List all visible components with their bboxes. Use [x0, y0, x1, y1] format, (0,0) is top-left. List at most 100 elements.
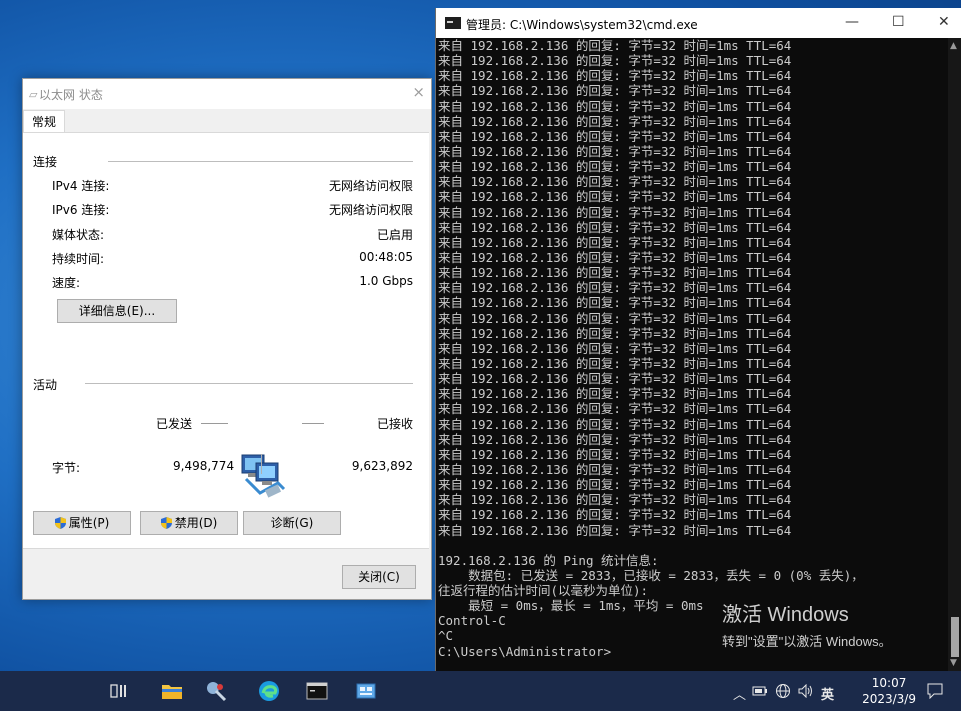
console-line: 数据包: 已发送 = 2833，已接收 = 2833，丢失 = 0 (0% 丢失… — [438, 567, 864, 583]
watermark-title: 激活 Windows — [722, 604, 849, 626]
console-reply-line: 来自 192.168.2.136 的回复: 字节=32 时间=1ms TTL=6… — [438, 113, 792, 129]
console-reply-line: 来自 192.168.2.136 的回复: 字节=32 时间=1ms TTL=6… — [438, 234, 792, 250]
notification-icon[interactable] — [927, 683, 943, 699]
media-state-label: 媒体状态: — [52, 228, 105, 242]
cmd-window: 管理员: C:\Windows\system32\cmd.exe — ☐ ✕ 来… — [435, 8, 961, 671]
console-reply-line: 来自 192.168.2.136 的回复: 字节=32 时间=1ms TTL=6… — [438, 340, 792, 356]
volume-icon[interactable] — [798, 684, 814, 698]
ethernet-status-dialog: ▱ 以太网 状态 × 常规 连接 IPv4 连接: 无网络访问权限 IPv6 连… — [22, 78, 432, 600]
network-computers-icon — [238, 453, 288, 501]
tray-overflow-icon[interactable]: ︿ — [733, 684, 746, 703]
scroll-down-icon[interactable]: ▼ — [950, 658, 957, 668]
activity-divider — [85, 383, 413, 384]
console-reply-line: 来自 192.168.2.136 的回复: 字节=32 时间=1ms TTL=6… — [438, 143, 792, 159]
dialog-title-bar[interactable]: ▱ 以太网 状态 × — [23, 79, 431, 109]
console-reply-line: 来自 192.168.2.136 的回复: 字节=32 时间=1ms TTL=6… — [438, 128, 792, 144]
tab-general[interactable]: 常规 — [23, 110, 66, 133]
properties-label: 属性(P) — [68, 516, 110, 530]
console-line: 192.168.2.136 的 Ping 统计信息: — [438, 552, 659, 568]
dialog-title: 以太网 状态 — [39, 88, 103, 102]
general-panel: 连接 IPv4 连接: 无网络访问权限 IPv6 连接: 无网络访问权限 媒体状… — [23, 132, 429, 549]
sent-label: 已发送 — [156, 417, 193, 431]
console-output[interactable]: 来自 192.168.2.136 的回复: 字节=32 时间=1ms TTL=6… — [438, 38, 948, 671]
scroll-thumb[interactable] — [951, 617, 959, 657]
close-icon[interactable]: ✕ — [938, 14, 950, 30]
received-line — [302, 423, 324, 424]
disable-label: 禁用(D) — [174, 516, 218, 530]
bytes-label: 字节: — [52, 461, 81, 475]
console-scrollbar[interactable]: ▲ ▼ — [948, 38, 961, 671]
diagnose-button[interactable]: 诊断(G) — [243, 511, 341, 535]
console-reply-line: 来自 192.168.2.136 的回复: 字节=32 时间=1ms TTL=6… — [438, 507, 792, 523]
task-view-icon[interactable] — [106, 679, 130, 703]
uac-shield-icon — [54, 517, 66, 529]
speed-value: 1.0 Gbps — [359, 274, 413, 288]
ipv6-label: IPv6 连接: — [52, 203, 110, 217]
console-reply-line: 来自 192.168.2.136 的回复: 字节=32 时间=1ms TTL=6… — [438, 204, 792, 220]
ipv4-label: IPv4 连接: — [52, 179, 110, 193]
close-button[interactable]: 关闭(C) — [342, 565, 416, 589]
details-button[interactable]: 详细信息(E)... — [57, 299, 177, 323]
taskbar: ︿ 英 10:07 2023/3/9 — [0, 671, 961, 711]
minimize-icon[interactable]: — — [845, 14, 859, 30]
console-reply-line: 来自 192.168.2.136 的回复: 字节=32 时间=1ms TTL=6… — [438, 68, 792, 84]
console-reply-line: 来自 192.168.2.136 的回复: 字节=32 时间=1ms TTL=6… — [438, 416, 792, 432]
console-reply-line: 来自 192.168.2.136 的回复: 字节=32 时间=1ms TTL=6… — [438, 386, 792, 402]
file-explorer-icon[interactable] — [160, 679, 184, 703]
activity-heading: 活动 — [33, 378, 58, 392]
clock-date: 2023/3/9 — [862, 692, 916, 706]
maximize-icon[interactable]: ☐ — [892, 14, 905, 30]
connection-heading: 连接 — [33, 155, 58, 169]
console-reply-line: 来自 192.168.2.136 的回复: 字节=32 时间=1ms TTL=6… — [438, 159, 792, 175]
console-reply-line: 来自 192.168.2.136 的回复: 字节=32 时间=1ms TTL=6… — [438, 219, 792, 235]
console-reply-line: 来自 192.168.2.136 的回复: 字节=32 时间=1ms TTL=6… — [438, 38, 792, 53]
sent-line — [201, 423, 228, 424]
scroll-up-icon[interactable]: ▲ — [950, 41, 957, 51]
console-icon — [445, 17, 461, 29]
media-state-value: 已启用 — [376, 228, 413, 242]
bytes-separator — [261, 454, 262, 474]
ipv4-value: 无网络访问权限 — [328, 179, 413, 193]
console-reply-line: 来自 192.168.2.136 的回复: 字节=32 时间=1ms TTL=6… — [438, 325, 792, 341]
bytes-received-value: 9,623,892 — [351, 459, 413, 473]
clock[interactable]: 10:07 2023/3/9 — [862, 675, 916, 707]
connection-divider — [108, 161, 413, 162]
dialog-close-icon[interactable]: × — [412, 83, 425, 101]
console-reply-line: 来自 192.168.2.136 的回复: 字节=32 时间=1ms TTL=6… — [438, 446, 792, 462]
duration-value: 00:48:05 — [359, 250, 413, 264]
console-reply-line: 来自 192.168.2.136 的回复: 字节=32 时间=1ms TTL=6… — [438, 249, 792, 265]
speed-label: 速度: — [52, 276, 81, 290]
edge-browser-icon[interactable] — [257, 679, 281, 703]
network-tool-icon[interactable] — [204, 679, 228, 703]
input-method-indicator[interactable]: 英 — [821, 684, 834, 703]
cmd-icon[interactable] — [305, 679, 329, 703]
cmd-title: 管理员: C:\Windows\system32\cmd.exe — [466, 18, 698, 32]
watermark-subtitle: 转到"设置"以激活 Windows。 — [722, 634, 892, 649]
duration-label: 持续时间: — [52, 252, 105, 266]
network-adapter-icon: ▱ — [29, 88, 38, 101]
properties-button[interactable]: 属性(P) — [33, 511, 131, 535]
cmd-title-bar[interactable]: 管理员: C:\Windows\system32\cmd.exe — ☐ ✕ — [436, 8, 961, 38]
console-reply-line: 来自 192.168.2.136 的回复: 字节=32 时间=1ms TTL=6… — [438, 431, 792, 447]
console-reply-line: 来自 192.168.2.136 的回复: 字节=32 时间=1ms TTL=6… — [438, 53, 792, 69]
disable-button[interactable]: 禁用(D) — [140, 511, 238, 535]
console-reply-line: 来自 192.168.2.136 的回复: 字节=32 时间=1ms TTL=6… — [438, 371, 792, 387]
console-reply-line: 来自 192.168.2.136 的回复: 字节=32 时间=1ms TTL=6… — [438, 98, 792, 114]
console-reply-line: 来自 192.168.2.136 的回复: 字节=32 时间=1ms TTL=6… — [438, 280, 792, 296]
console-reply-line: 来自 192.168.2.136 的回复: 字节=32 时间=1ms TTL=6… — [438, 461, 792, 477]
activation-watermark: 激活 Windows 转到"设置"以激活 Windows。 — [722, 598, 892, 650]
console-reply-line: 来自 192.168.2.136 的回复: 字节=32 时间=1ms TTL=6… — [438, 522, 792, 538]
console-reply-line: 来自 192.168.2.136 的回复: 字节=32 时间=1ms TTL=6… — [438, 265, 792, 281]
console-reply-line: 来自 192.168.2.136 的回复: 字节=32 时间=1ms TTL=6… — [438, 295, 792, 311]
console-reply-line: 来自 192.168.2.136 的回复: 字节=32 时间=1ms TTL=6… — [438, 174, 792, 190]
console-reply-line: 来自 192.168.2.136 的回复: 字节=32 时间=1ms TTL=6… — [438, 355, 792, 371]
console-reply-line: 来自 192.168.2.136 的回复: 字节=32 时间=1ms TTL=6… — [438, 310, 792, 326]
battery-icon[interactable] — [752, 685, 768, 697]
control-panel-icon[interactable] — [354, 679, 378, 703]
console-reply-line: 来自 192.168.2.136 的回复: 字节=32 时间=1ms TTL=6… — [438, 401, 792, 417]
received-label: 已接收 — [376, 417, 413, 431]
console-reply-line: 来自 192.168.2.136 的回复: 字节=32 时间=1ms TTL=6… — [438, 189, 792, 205]
globe-network-icon[interactable] — [775, 683, 791, 699]
console-reply-line: 来自 192.168.2.136 的回复: 字节=32 时间=1ms TTL=6… — [438, 477, 792, 493]
ipv6-value: 无网络访问权限 — [328, 203, 413, 217]
